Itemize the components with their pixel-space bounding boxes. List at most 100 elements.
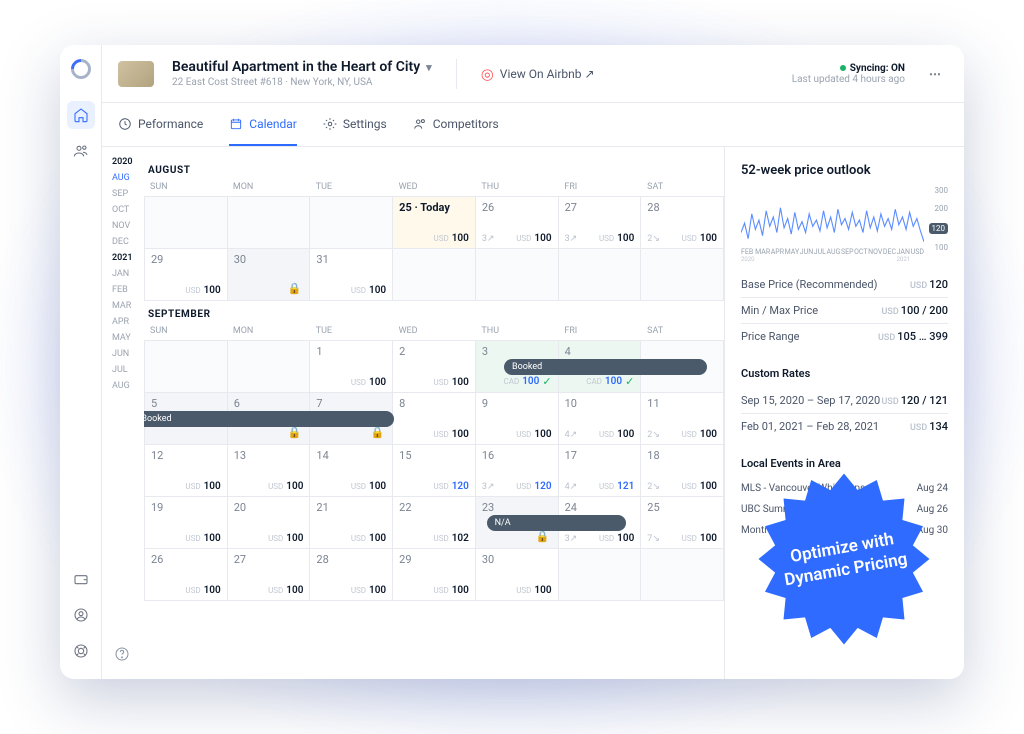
calendar-cell[interactable]: 104↗USD100 bbox=[559, 393, 642, 445]
calendar-cell[interactable]: 273↗USD100 bbox=[559, 197, 642, 249]
price-outlook-chart: 300200120100 FEB2020MARAPRMAYJUNJULAUGSE… bbox=[741, 186, 948, 266]
calendar-cell[interactable]: 27USD100 bbox=[228, 549, 311, 601]
logo-icon bbox=[66, 55, 94, 83]
calendar-cell[interactable]: 22USD102 bbox=[393, 497, 476, 549]
sync-label: Syncing: ON bbox=[850, 63, 905, 74]
nav-guests[interactable] bbox=[67, 137, 95, 165]
rail-month[interactable]: JUN bbox=[112, 349, 144, 359]
rail-month[interactable]: APR bbox=[112, 317, 144, 327]
nav-wallet[interactable] bbox=[67, 565, 95, 593]
tab-settings[interactable]: Settings bbox=[323, 103, 387, 146]
nav-support[interactable] bbox=[67, 637, 95, 665]
calendar-cell[interactable]: 14USD100 bbox=[310, 445, 393, 497]
month-rail: 2020 AUG SEP OCT NOV DEC 2021 JAN FEB MAR APR MAY JU… bbox=[102, 147, 144, 679]
listing-thumbnail bbox=[118, 61, 154, 87]
status-dot-icon bbox=[840, 65, 846, 71]
booking-pill[interactable]: Booked bbox=[144, 411, 394, 427]
help-button[interactable] bbox=[114, 646, 130, 665]
calendar-cell[interactable]: 31USD100 bbox=[310, 249, 393, 301]
calendar-cell[interactable]: 20USD100 bbox=[228, 497, 311, 549]
tab-label: Peformance bbox=[138, 117, 203, 131]
tab-label: Settings bbox=[343, 117, 387, 131]
calendar-cell bbox=[559, 549, 642, 601]
calendar-cell[interactable]: 30USD100 bbox=[476, 549, 559, 601]
listing-title-block[interactable]: Beautiful Apartment in the Heart of City… bbox=[172, 59, 432, 88]
booking-pill[interactable]: Booked bbox=[504, 359, 707, 375]
rail-month[interactable]: AUG bbox=[112, 381, 144, 391]
calendar-cell bbox=[393, 249, 476, 301]
rail-month[interactable]: DEC bbox=[112, 237, 144, 247]
month-title: AUGUST bbox=[144, 165, 724, 176]
calendar-cell[interactable]: 21USD100 bbox=[310, 497, 393, 549]
calendar-cell[interactable]: 15USD120 bbox=[393, 445, 476, 497]
calendar-cell[interactable]: 1USD100 bbox=[310, 341, 393, 393]
calendar-cell[interactable]: 2USD100 bbox=[393, 341, 476, 393]
calendar-cell[interactable]: 257↘USD100 bbox=[641, 497, 724, 549]
calendar-cell[interactable]: 163↗USD120 bbox=[476, 445, 559, 497]
view-on-airbnb-label: View On Airbnb ↗ bbox=[500, 67, 595, 81]
tab-performance[interactable]: Peformance bbox=[118, 103, 203, 146]
sync-status: Syncing: ON Last updated 4 hours ago bbox=[792, 63, 905, 85]
calendar-cell[interactable]: 282↘USD100 bbox=[641, 197, 724, 249]
calendar-cell bbox=[641, 549, 724, 601]
promo-badge[interactable]: Optimize with Dynamic Pricing bbox=[754, 469, 934, 649]
rail-month[interactable]: JAN bbox=[112, 269, 144, 279]
calendar-cell[interactable]: 13USD100 bbox=[228, 445, 311, 497]
calendar-cell[interactable]: 25 · TodayUSD100 bbox=[393, 197, 476, 249]
calendar-cell bbox=[476, 249, 559, 301]
more-menu[interactable]: ⋯ bbox=[923, 63, 948, 85]
rail-month[interactable]: OCT bbox=[112, 205, 144, 215]
price-row: Sep 15, 2020 – Sep 17, 2020USD120 / 121 bbox=[741, 388, 948, 413]
calendar-cell[interactable]: 29USD100 bbox=[393, 549, 476, 601]
rail-month[interactable]: MAR bbox=[112, 301, 144, 311]
chart-x-axis: FEB2020MARAPRMAYJUNJULAUGSEPOCTNOVDECJAN… bbox=[741, 248, 924, 266]
calendar-cell[interactable]: 263↗USD100 bbox=[476, 197, 559, 249]
calendar-cell[interactable]: 182↘USD100 bbox=[641, 445, 724, 497]
month-title: SEPTEMBER bbox=[144, 309, 724, 320]
sidebar bbox=[60, 45, 102, 679]
calendar-cell[interactable]: 28USD100 bbox=[310, 549, 393, 601]
calendar-cell[interactable]: 30🔒 bbox=[228, 249, 311, 301]
calendar-cell bbox=[641, 249, 724, 301]
rail-year: AUG bbox=[112, 173, 144, 183]
price-row: Feb 01, 2021 – Feb 28, 2021USD134 bbox=[741, 413, 948, 439]
airbnb-icon: ◎ bbox=[481, 65, 494, 83]
listing-address: 22 East Cost Street #618 · New York, NY,… bbox=[172, 77, 432, 88]
calendar-cell[interactable]: 26USD100 bbox=[145, 549, 228, 601]
rail-month[interactable]: FEB bbox=[112, 285, 144, 295]
lock-icon: 🔒 bbox=[288, 426, 302, 439]
price-row: Base Price (Recommended)USD120 bbox=[741, 272, 948, 297]
price-row: Min / Max PriceUSD100 / 200 bbox=[741, 297, 948, 323]
calendar-cell[interactable]: 8USD100 bbox=[393, 393, 476, 445]
rail-month[interactable]: NOV bbox=[112, 221, 144, 231]
calendar-cell[interactable]: 112↘USD100 bbox=[641, 393, 724, 445]
chevron-down-icon: ▾ bbox=[426, 61, 432, 74]
calendar-cell[interactable]: 9USD100 bbox=[476, 393, 559, 445]
header: Beautiful Apartment in the Heart of City… bbox=[102, 45, 964, 103]
nav-account[interactable] bbox=[67, 601, 95, 629]
view-on-airbnb-link[interactable]: ◎ View On Airbnb ↗ bbox=[481, 65, 595, 83]
booking-pill[interactable]: N/A bbox=[487, 515, 626, 531]
tab-calendar[interactable]: Calendar bbox=[229, 103, 297, 146]
calendar-cell bbox=[145, 197, 228, 249]
rail-month[interactable]: JUL bbox=[112, 365, 144, 375]
calendar-cell bbox=[559, 249, 642, 301]
chart-y-axis: 300200120100 bbox=[924, 186, 948, 252]
tab-label: Competitors bbox=[433, 117, 499, 131]
listing-title: Beautiful Apartment in the Heart of City bbox=[172, 59, 420, 75]
calendar-cell bbox=[310, 197, 393, 249]
calendar-cell[interactable]: 12USD100 bbox=[145, 445, 228, 497]
tab-competitors[interactable]: Competitors bbox=[413, 103, 499, 146]
rail-year: 2021 bbox=[112, 253, 144, 263]
rail-month[interactable]: MAY bbox=[112, 333, 144, 343]
nav-home[interactable] bbox=[67, 101, 95, 129]
price-row: Price RangeUSD105 … 399 bbox=[741, 323, 948, 349]
calendar-cell[interactable]: 174↗USD121 bbox=[559, 445, 642, 497]
outlook-title: 52-week price outlook bbox=[741, 163, 948, 178]
calendar-cell[interactable]: 29USD100 bbox=[145, 249, 228, 301]
rail-year: 2020 bbox=[112, 157, 144, 167]
calendar: AUGUSTSUNMONTUEWEDTHUFRISAT25 · TodayUSD… bbox=[144, 147, 724, 679]
rail-month[interactable]: SEP bbox=[112, 189, 144, 199]
lock-icon: 🔒 bbox=[536, 530, 550, 543]
calendar-cell[interactable]: 19USD100 bbox=[145, 497, 228, 549]
